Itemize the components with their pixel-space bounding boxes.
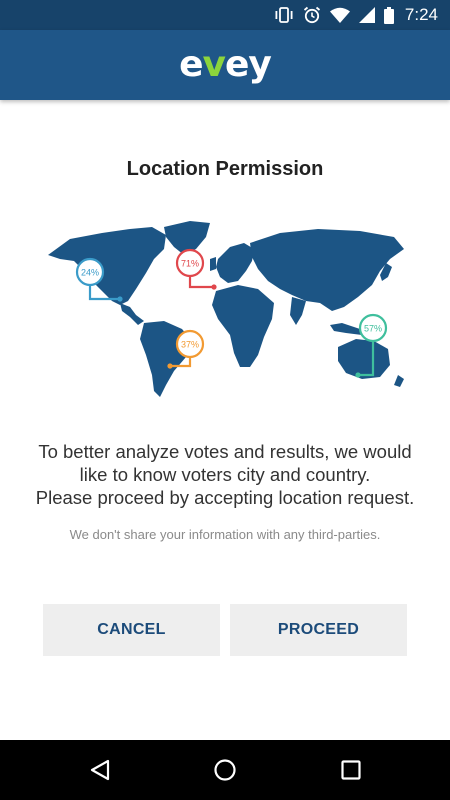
- status-bar: 7:24: [0, 0, 450, 30]
- app-logo: evey: [179, 44, 272, 85]
- uk-shape: [210, 257, 216, 271]
- logo-part-1: e: [179, 44, 203, 85]
- back-icon[interactable]: [88, 758, 112, 787]
- privacy-note: We don't share your information with any…: [69, 527, 381, 542]
- india-shape: [290, 297, 306, 325]
- new-zealand-shape: [394, 375, 404, 387]
- wifi-icon: [329, 7, 350, 23]
- europe-shape: [216, 243, 254, 283]
- home-icon[interactable]: [213, 758, 237, 787]
- vibrate-icon: [274, 7, 294, 23]
- battery-icon: [383, 6, 394, 24]
- pin-57-label: 57%: [364, 324, 382, 334]
- logo-part-2: v: [202, 44, 226, 85]
- asia-shape: [250, 229, 404, 311]
- pin-24-label: 24%: [81, 268, 99, 278]
- world-map-illustration: 24% 71% 37% 57%: [40, 215, 410, 405]
- cell-signal-icon: [358, 7, 375, 23]
- cancel-button[interactable]: CANCEL: [43, 604, 220, 656]
- permission-description: To better analyze votes and results, we …: [10, 440, 440, 509]
- status-time: 7:24: [404, 5, 438, 24]
- status-icons: 7:24: [274, 5, 438, 25]
- proceed-button[interactable]: PROCEED: [230, 604, 407, 656]
- africa-shape: [212, 285, 274, 367]
- logo-part-3: ey: [225, 44, 272, 85]
- australia-shape: [338, 339, 390, 379]
- north-america-shape: [48, 227, 166, 305]
- app-bar: evey: [0, 30, 450, 100]
- central-america-shape: [120, 303, 144, 325]
- description-line-3: Please proceed by accepting location req…: [35, 487, 415, 508]
- description-line-2: like to know voters city and country.: [79, 464, 371, 485]
- alarm-icon: [303, 6, 321, 24]
- recents-icon[interactable]: [339, 758, 363, 787]
- page-title: Location Permission: [126, 158, 324, 180]
- pin-71-label: 71%: [181, 259, 199, 269]
- pin-37-label: 37%: [181, 340, 199, 350]
- navigation-bar: [0, 740, 450, 800]
- world-map: 24% 71% 37% 57%: [48, 221, 404, 397]
- description-line-1: To better analyze votes and results, we …: [38, 441, 412, 462]
